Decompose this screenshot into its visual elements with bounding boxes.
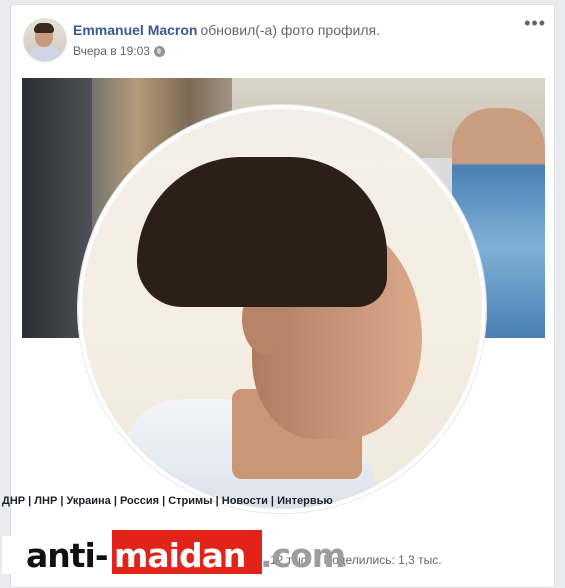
logo-text-com: .com xyxy=(260,536,346,575)
globe-icon[interactable] xyxy=(153,45,165,57)
author-link[interactable]: Emmanuel Macron xyxy=(73,22,197,38)
logo-text-maidan: maidan xyxy=(114,536,246,575)
timestamp-link[interactable]: Вчера в 19:03 xyxy=(73,44,150,58)
logo-text-anti: anti- xyxy=(26,536,109,575)
avatar[interactable] xyxy=(23,18,67,62)
post-meta: Вчера в 19:03 xyxy=(73,44,165,58)
watermark-nav: ДНР | ЛНР | Украина | Россия | Стримы | … xyxy=(2,495,333,507)
watermark-logo: anti- maidan .com xyxy=(2,528,350,575)
post-header: Emmanuel Macron обновил(-а) фото профиля. xyxy=(73,22,380,38)
more-options-button[interactable]: ••• xyxy=(524,13,546,34)
post-action-text: обновил(-а) фото профиля. xyxy=(200,22,380,38)
profile-photo[interactable] xyxy=(78,105,486,513)
